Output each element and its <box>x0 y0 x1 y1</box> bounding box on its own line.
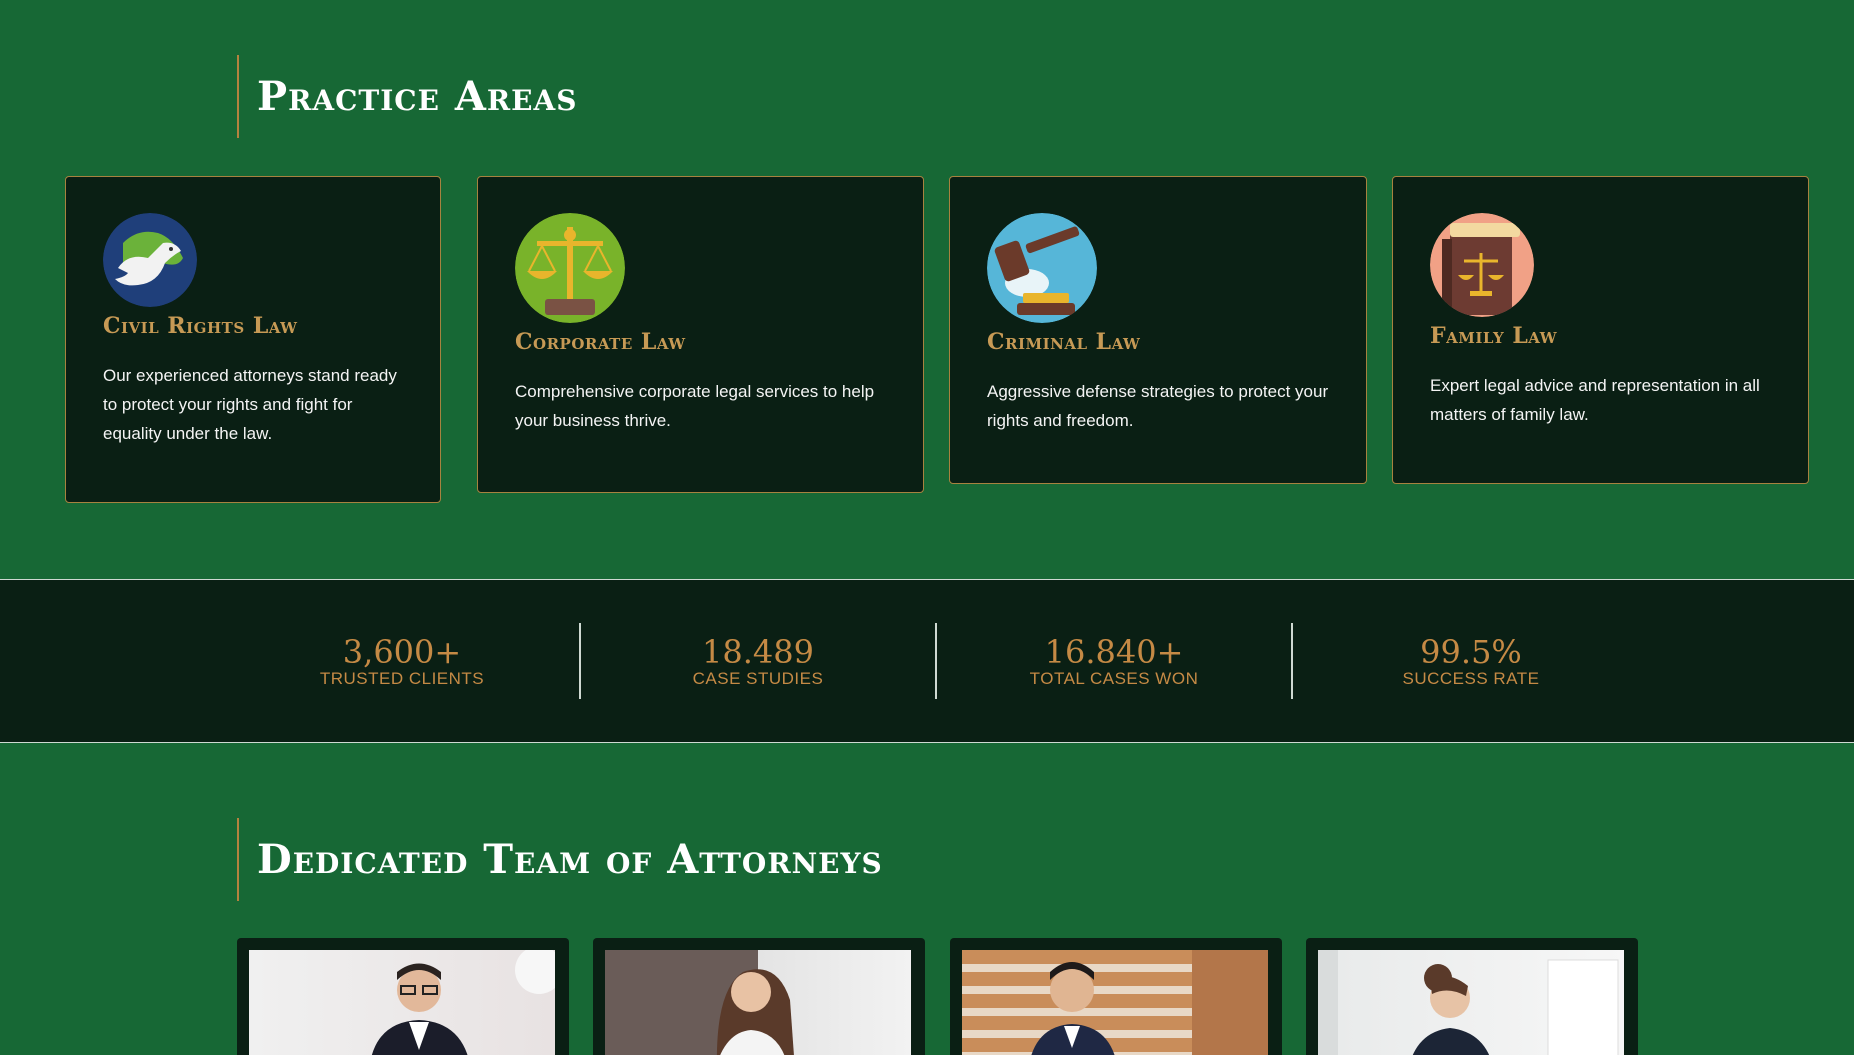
stat-success-rate: 99.5% SUCCESS RATE <box>1293 580 1649 744</box>
team-heading: Dedicated Team of Attorneys <box>237 818 883 901</box>
dove-globe-icon <box>103 213 197 307</box>
stat-value: 99.5% <box>1420 633 1522 671</box>
card-description: Comprehensive corporate legal services t… <box>515 382 875 430</box>
attorney-card[interactable] <box>237 938 569 1055</box>
attorney-card[interactable] <box>593 938 925 1055</box>
card-description: Aggressive defense strategies to protect… <box>987 382 1329 430</box>
card-title: Family Law <box>1430 323 1558 349</box>
practice-card-corporate[interactable]: Corporate Law Comprehensive corporate le… <box>477 176 924 493</box>
stat-label: TOTAL CASES WON <box>1029 669 1199 688</box>
stats-band: 3,600+ TRUSTED CLIENTS 18.489 CASE STUDI… <box>0 579 1854 743</box>
law-book-icon <box>1430 213 1534 317</box>
practice-areas-title: Practice Areas <box>257 73 578 120</box>
card-title: Civil Rights Law <box>103 313 298 339</box>
stat-value: 3,600+ <box>342 633 462 671</box>
stat-value: 16.840+ <box>1044 633 1184 671</box>
stat-case-studies: 18.489 CASE STUDIES <box>580 580 936 744</box>
attorney-photo <box>962 950 1268 1055</box>
stat-label: TRUSTED CLIENTS <box>319 669 485 688</box>
gavel-icon <box>987 213 1097 323</box>
attorney-photo <box>249 950 555 1055</box>
stat-label: CASE STUDIES <box>692 669 824 688</box>
practice-card-family[interactable]: Family Law Expert legal advice and repre… <box>1392 176 1809 484</box>
card-description: Our experienced attorneys stand ready to… <box>103 366 397 443</box>
stat-label: SUCCESS RATE <box>1402 669 1540 688</box>
practice-card-civil-rights[interactable]: Civil Rights Law Our experienced attorne… <box>65 176 441 503</box>
attorney-photo <box>1318 950 1624 1055</box>
stat-trusted-clients: 3,600+ TRUSTED CLIENTS <box>224 580 580 744</box>
attorney-photo <box>605 950 911 1055</box>
attorney-card[interactable] <box>1306 938 1638 1055</box>
card-title: Corporate Law <box>515 329 686 355</box>
card-title: Criminal Law <box>987 329 1141 355</box>
attorney-card[interactable] <box>950 938 1282 1055</box>
scales-icon <box>515 213 625 323</box>
stat-value: 18.489 <box>702 633 814 671</box>
practice-areas-heading: Practice Areas <box>237 55 577 138</box>
card-description: Expert legal advice and representation i… <box>1430 376 1760 424</box>
team-title: Dedicated Team of Attorneys <box>257 836 883 883</box>
stat-total-cases-won: 16.840+ TOTAL CASES WON <box>936 580 1292 744</box>
practice-card-criminal[interactable]: Criminal Law Aggressive defense strategi… <box>949 176 1367 484</box>
